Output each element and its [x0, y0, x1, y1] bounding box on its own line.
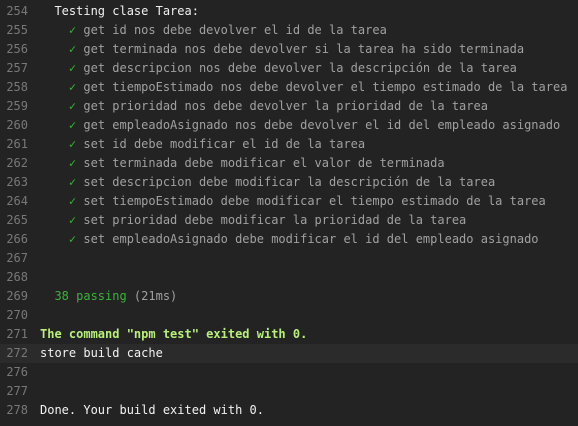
- test-description: get terminada nos debe devolver si la ta…: [76, 42, 525, 56]
- line-number[interactable]: 277: [0, 382, 28, 401]
- log-line-test[interactable]: 258 ✓ get tiempoEstimado nos debe devolv…: [0, 78, 578, 97]
- command-exit-message: The command "npm test" exited with 0.: [40, 327, 308, 341]
- test-description: get id nos debe devolver el id de la tar…: [76, 23, 387, 37]
- test-description: get empleadoAsignado nos debe devolver e…: [76, 118, 561, 132]
- test-description: set descripcion debe modificar la descri…: [76, 175, 496, 189]
- store-build-cache-label: store build cache: [40, 346, 163, 360]
- test-description: set terminada debe modificar el valor de…: [76, 156, 445, 170]
- log-line-blank[interactable]: 276: [0, 363, 578, 382]
- log-line-test[interactable]: 265 ✓ set prioridad debe modificar la pr…: [0, 211, 578, 230]
- log-line-test[interactable]: 260 ✓ get empleadoAsignado nos debe devo…: [0, 116, 578, 135]
- test-description: set id debe modificar el id de la tarea: [76, 137, 366, 151]
- line-number[interactable]: 270: [0, 306, 28, 325]
- line-number[interactable]: 261: [0, 135, 28, 154]
- log-line-summary[interactable]: 269 38 passing (21ms): [0, 287, 578, 306]
- log-line-test[interactable]: 256 ✓ get terminada nos debe devolver si…: [0, 40, 578, 59]
- build-done-message: Done. Your build exited with 0.: [40, 403, 264, 417]
- line-number[interactable]: 256: [0, 40, 28, 59]
- line-number[interactable]: 262: [0, 154, 28, 173]
- test-description: get prioridad nos debe devolver la prior…: [76, 99, 488, 113]
- line-number[interactable]: 255: [0, 21, 28, 40]
- log-line-fold-store-build-cache[interactable]: 272 store build cache: [0, 344, 578, 363]
- line-number[interactable]: 259: [0, 97, 28, 116]
- line-number[interactable]: 266: [0, 230, 28, 249]
- log-line-test[interactable]: 261 ✓ set id debe modificar el id de la …: [0, 135, 578, 154]
- log-line-test[interactable]: 257 ✓ get descripcion nos debe devolver …: [0, 59, 578, 78]
- line-number[interactable]: 278: [0, 401, 28, 420]
- test-duration: (21ms): [126, 289, 178, 303]
- build-log: 254 Testing clase Tarea: 255 ✓ get id no…: [0, 0, 578, 420]
- line-number[interactable]: 258: [0, 78, 28, 97]
- log-line-done[interactable]: 278 Done. Your build exited with 0.: [0, 401, 578, 420]
- line-number[interactable]: 269: [0, 287, 28, 306]
- test-description: get descripcion nos debe devolver la des…: [76, 61, 517, 75]
- log-line-blank[interactable]: 268: [0, 268, 578, 287]
- line-number[interactable]: 276: [0, 363, 28, 382]
- line-number[interactable]: 264: [0, 192, 28, 211]
- test-description: get tiempoEstimado nos debe devolver el …: [76, 80, 568, 94]
- log-line-command-exit[interactable]: 271 The command "npm test" exited with 0…: [0, 325, 578, 344]
- line-number[interactable]: 263: [0, 173, 28, 192]
- log-line-test[interactable]: 263 ✓ set descripcion debe modificar la …: [0, 173, 578, 192]
- log-line-test[interactable]: 262 ✓ set terminada debe modificar el va…: [0, 154, 578, 173]
- test-description: set prioridad debe modificar la priorida…: [76, 213, 467, 227]
- line-number[interactable]: 271: [0, 325, 28, 344]
- line-number[interactable]: 268: [0, 268, 28, 287]
- log-line-blank[interactable]: 277: [0, 382, 578, 401]
- test-description: set empleadoAsignado debe modificar el i…: [76, 232, 539, 246]
- log-line-blank[interactable]: 267: [0, 249, 578, 268]
- suite-title: Testing clase Tarea:: [54, 4, 199, 18]
- line-number[interactable]: 254: [0, 2, 28, 21]
- log-line-test[interactable]: 259 ✓ get prioridad nos debe devolver la…: [0, 97, 578, 116]
- passing-count: 38 passing: [54, 289, 127, 303]
- line-number[interactable]: 267: [0, 249, 28, 268]
- line-number[interactable]: 265: [0, 211, 28, 230]
- line-number[interactable]: 260: [0, 116, 28, 135]
- log-line-test[interactable]: 255 ✓ get id nos debe devolver el id de …: [0, 21, 578, 40]
- test-description: set tiempoEstimado debe modificar el tie…: [76, 194, 546, 208]
- log-line-suite-title[interactable]: 254 Testing clase Tarea:: [0, 2, 578, 21]
- line-number[interactable]: 257: [0, 59, 28, 78]
- log-line-blank[interactable]: 270: [0, 306, 578, 325]
- line-number[interactable]: 272: [0, 344, 28, 363]
- log-line-test[interactable]: 266 ✓ set empleadoAsignado debe modifica…: [0, 230, 578, 249]
- log-line-test[interactable]: 264 ✓ set tiempoEstimado debe modificar …: [0, 192, 578, 211]
